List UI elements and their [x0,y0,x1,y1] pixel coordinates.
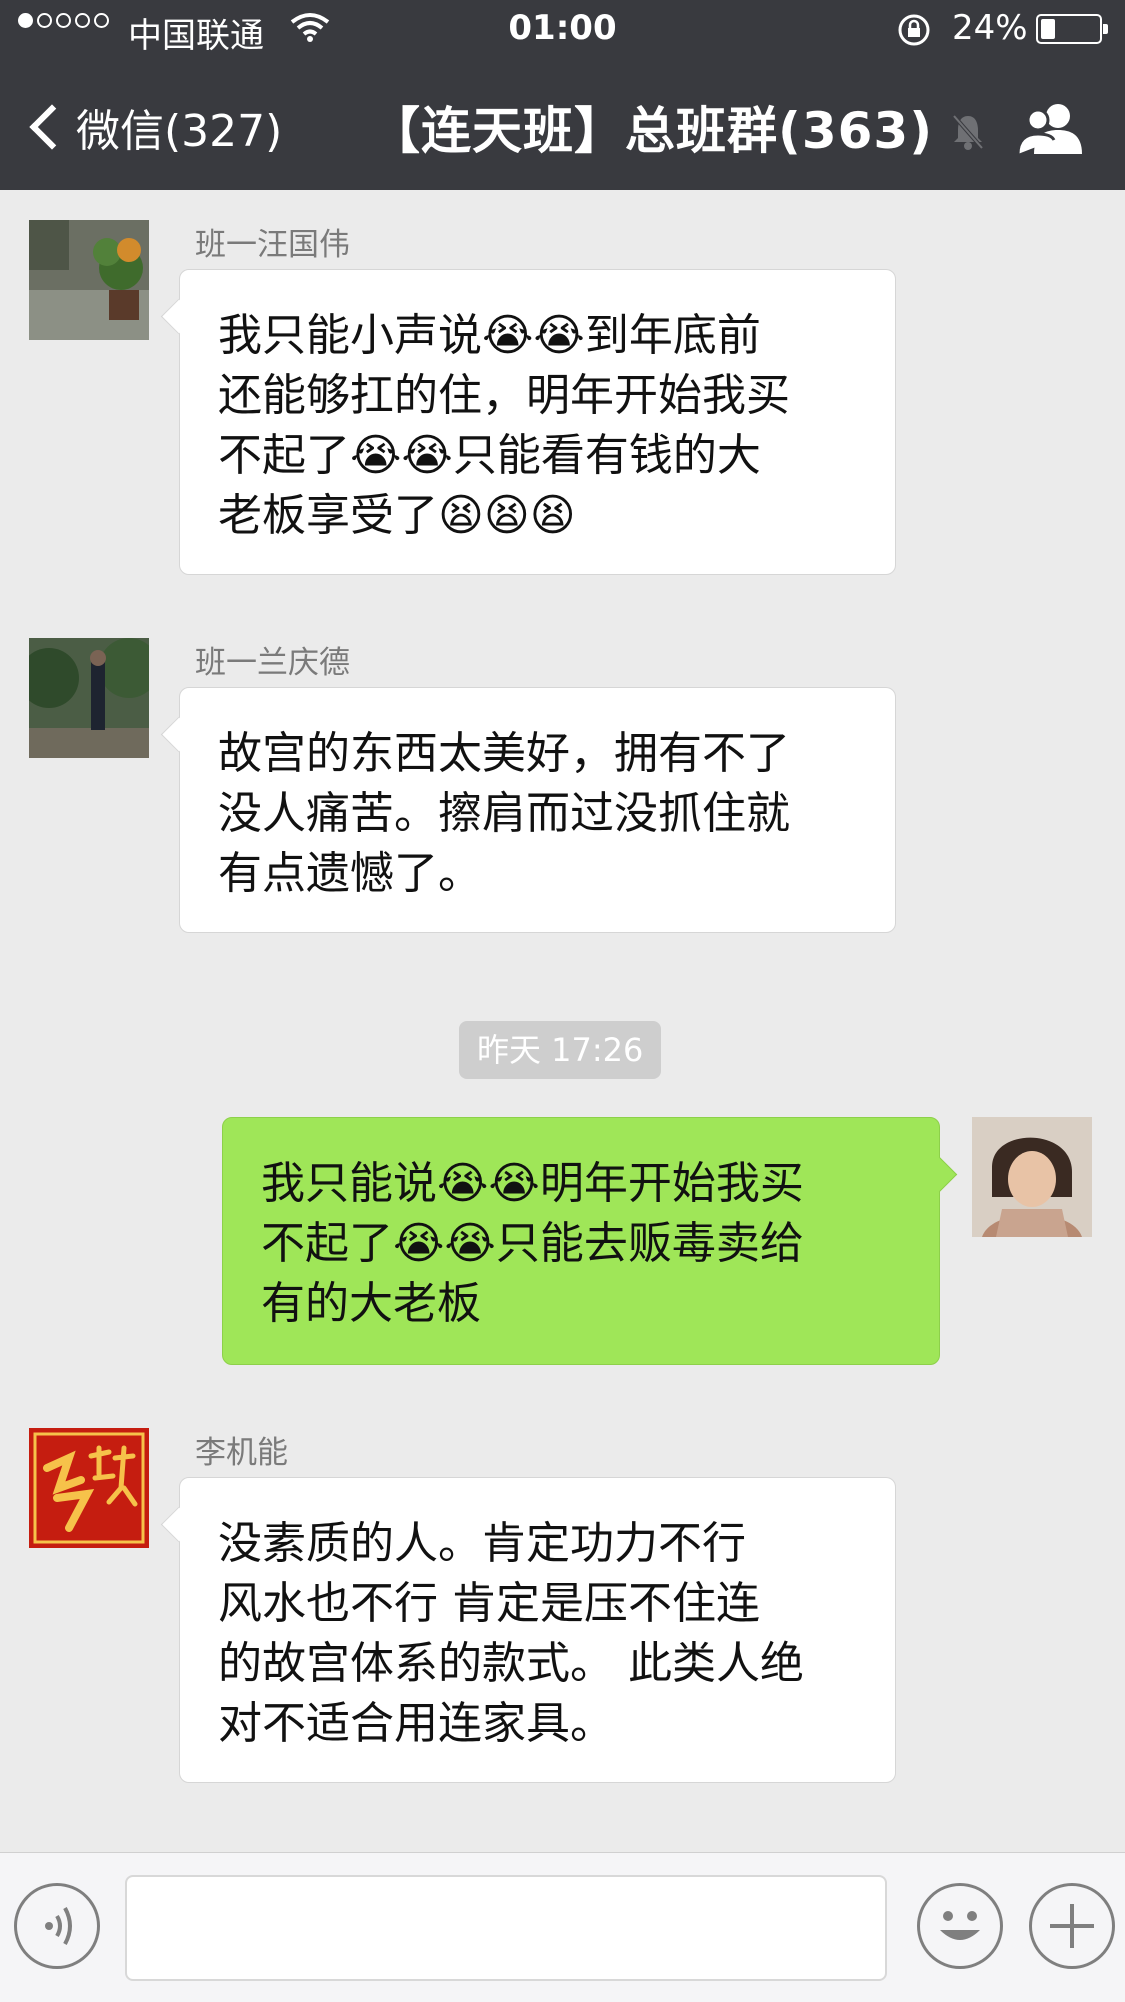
top-bar: 中国联通 01:00 24% 微信(327) 【连天班】总班群(363) [0,0,1125,190]
battery-icon [1036,14,1108,44]
message-bubble-self[interactable]: 我只能说😭😭明年开始我买 不起了😭😭只能去贩毒卖给 有的大老板 [222,1117,940,1365]
message-bubble[interactable]: 我只能小声说😭😭到年底前 还能够扛的住，明年开始我买 不起了😭😭只能看有钱的大 … [179,269,896,575]
crying-emoji: 😭😭 [393,1218,496,1269]
voice-button[interactable] [14,1883,100,1969]
group-members-icon[interactable] [1016,100,1086,160]
message-text: 故宫的东西太美好，拥有不了 没人痛苦。擦肩而过没抓住就 有点遗憾了。 [218,728,790,899]
battery-percent: 24% [952,8,1028,48]
emoji-icon [940,1911,980,1940]
avatar-sender-2[interactable] [29,638,149,758]
avatar-sender-1[interactable] [29,220,149,340]
timestamp-divider: 昨天 17:26 [459,1021,662,1079]
input-bar [0,1852,1125,2002]
crying-emoji: 😭😭 [437,1158,540,1209]
avatar-sender-4[interactable] [29,1428,149,1548]
nav-bar: 微信(327) 【连天班】总班群(363) [0,60,1125,190]
message-bubble[interactable]: 故宫的东西太美好，拥有不了 没人痛苦。擦肩而过没抓住就 有点遗憾了。 [179,687,896,933]
mute-bell-icon [950,112,986,156]
avatar-self[interactable] [972,1117,1092,1237]
crying-emoji: 😭😭 [350,430,453,481]
sender-name: 班一兰庆德 [195,645,350,681]
message-input[interactable] [125,1875,887,1981]
message-text: 我只能说😭😭明年开始我买 不起了😭😭只能去贩毒卖给 有的大老板 [261,1158,804,1329]
back-button[interactable]: 微信(327) [24,95,282,159]
sender-name: 班一汪国伟 [195,227,350,263]
status-bar: 中国联通 01:00 24% [0,0,1125,60]
rotation-lock-icon [896,12,932,57]
plus-icon [1050,1904,1094,1948]
more-button[interactable] [1029,1883,1115,1969]
message-text: 我只能小声说😭😭到年底前 还能够扛的住，明年开始我买 不起了😭😭只能看有钱的大 … [218,310,790,541]
crying-emoji: 😭😭 [482,310,585,361]
voice-icon [45,1907,72,1945]
chat-title: 【连天班】总班群(363) [370,102,934,160]
back-label: 微信(327) [76,106,283,157]
emoji-button[interactable] [917,1883,1003,1969]
message-bubble[interactable]: 没素质的人。肯定功力不行 风水也不行 肯定是压不住连 的故宫体系的款式。 此类人… [179,1477,896,1783]
sender-name: 李机能 [195,1435,288,1471]
back-chevron-icon [29,104,75,150]
message-text: 没素质的人。肯定功力不行 风水也不行 肯定是压不住连 的故宫体系的款式。 此类人… [218,1518,804,1749]
tired-emoji: 😫😫😫 [438,490,576,541]
